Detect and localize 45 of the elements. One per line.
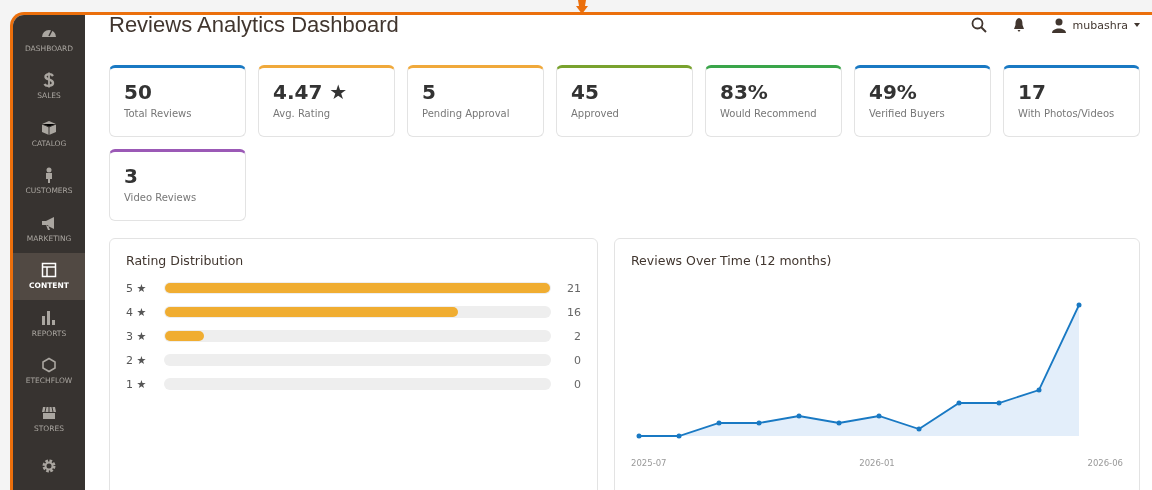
axis-label: 2025-07 xyxy=(631,458,667,468)
rating-label: 2 ★ xyxy=(126,353,148,367)
rating-label: 4 ★ xyxy=(126,305,148,319)
stat-label: Approved xyxy=(571,108,620,119)
stat-value: 3 xyxy=(124,164,139,188)
stat-label: Verified Buyers xyxy=(869,108,946,119)
rating-label: 3 ★ xyxy=(126,329,148,343)
box-icon xyxy=(41,119,57,136)
caret-icon xyxy=(1134,23,1140,27)
megaphone-icon xyxy=(41,214,57,231)
user-name: mubashra xyxy=(1072,18,1128,32)
page-title: Reviews Analytics Dashboard xyxy=(109,15,400,38)
axis-label: 2026-01 xyxy=(859,458,895,468)
user-menu[interactable]: mubashra xyxy=(1050,17,1140,33)
settings-icon xyxy=(41,458,57,475)
stat-value: 4.47 ★ xyxy=(273,80,349,104)
stat-label: With Photos/Videos xyxy=(1018,108,1116,119)
rating-label: 5 ★ xyxy=(126,281,148,295)
axis-label: 2026-06 xyxy=(1087,458,1123,468)
stat-value: 5 xyxy=(422,80,437,104)
rating-count: 16 xyxy=(566,305,581,319)
rating-label: 1 ★ xyxy=(126,377,148,391)
store-icon xyxy=(41,404,57,421)
stat-value: 17 xyxy=(1018,80,1047,104)
rating-count: 2 xyxy=(573,329,581,343)
user-icon xyxy=(1050,17,1067,33)
layout-icon xyxy=(41,262,57,279)
hexagon-icon xyxy=(41,357,57,374)
stat-label: Video Reviews xyxy=(124,192,198,203)
dollar-icon xyxy=(41,72,57,89)
stat-label: Total Reviews xyxy=(124,108,193,119)
stat-label: Pending Approval xyxy=(422,108,511,119)
stat-label: Avg. Rating xyxy=(273,108,332,119)
rating-count: 21 xyxy=(566,281,581,295)
stat-value: 83% xyxy=(720,80,769,104)
search-icon[interactable] xyxy=(970,17,987,33)
stat-value: 49% xyxy=(869,80,918,104)
stat-value: 50 xyxy=(124,80,153,104)
panel-title: Rating Distribution xyxy=(126,253,245,268)
rating-count: 0 xyxy=(573,353,581,367)
rating-count: 0 xyxy=(573,377,581,391)
bar-chart-icon xyxy=(41,309,57,326)
stat-label: Would Recommend xyxy=(720,108,818,119)
panel-title: Reviews Over Time (12 months) xyxy=(631,253,833,268)
stat-value: 45 xyxy=(571,80,600,104)
